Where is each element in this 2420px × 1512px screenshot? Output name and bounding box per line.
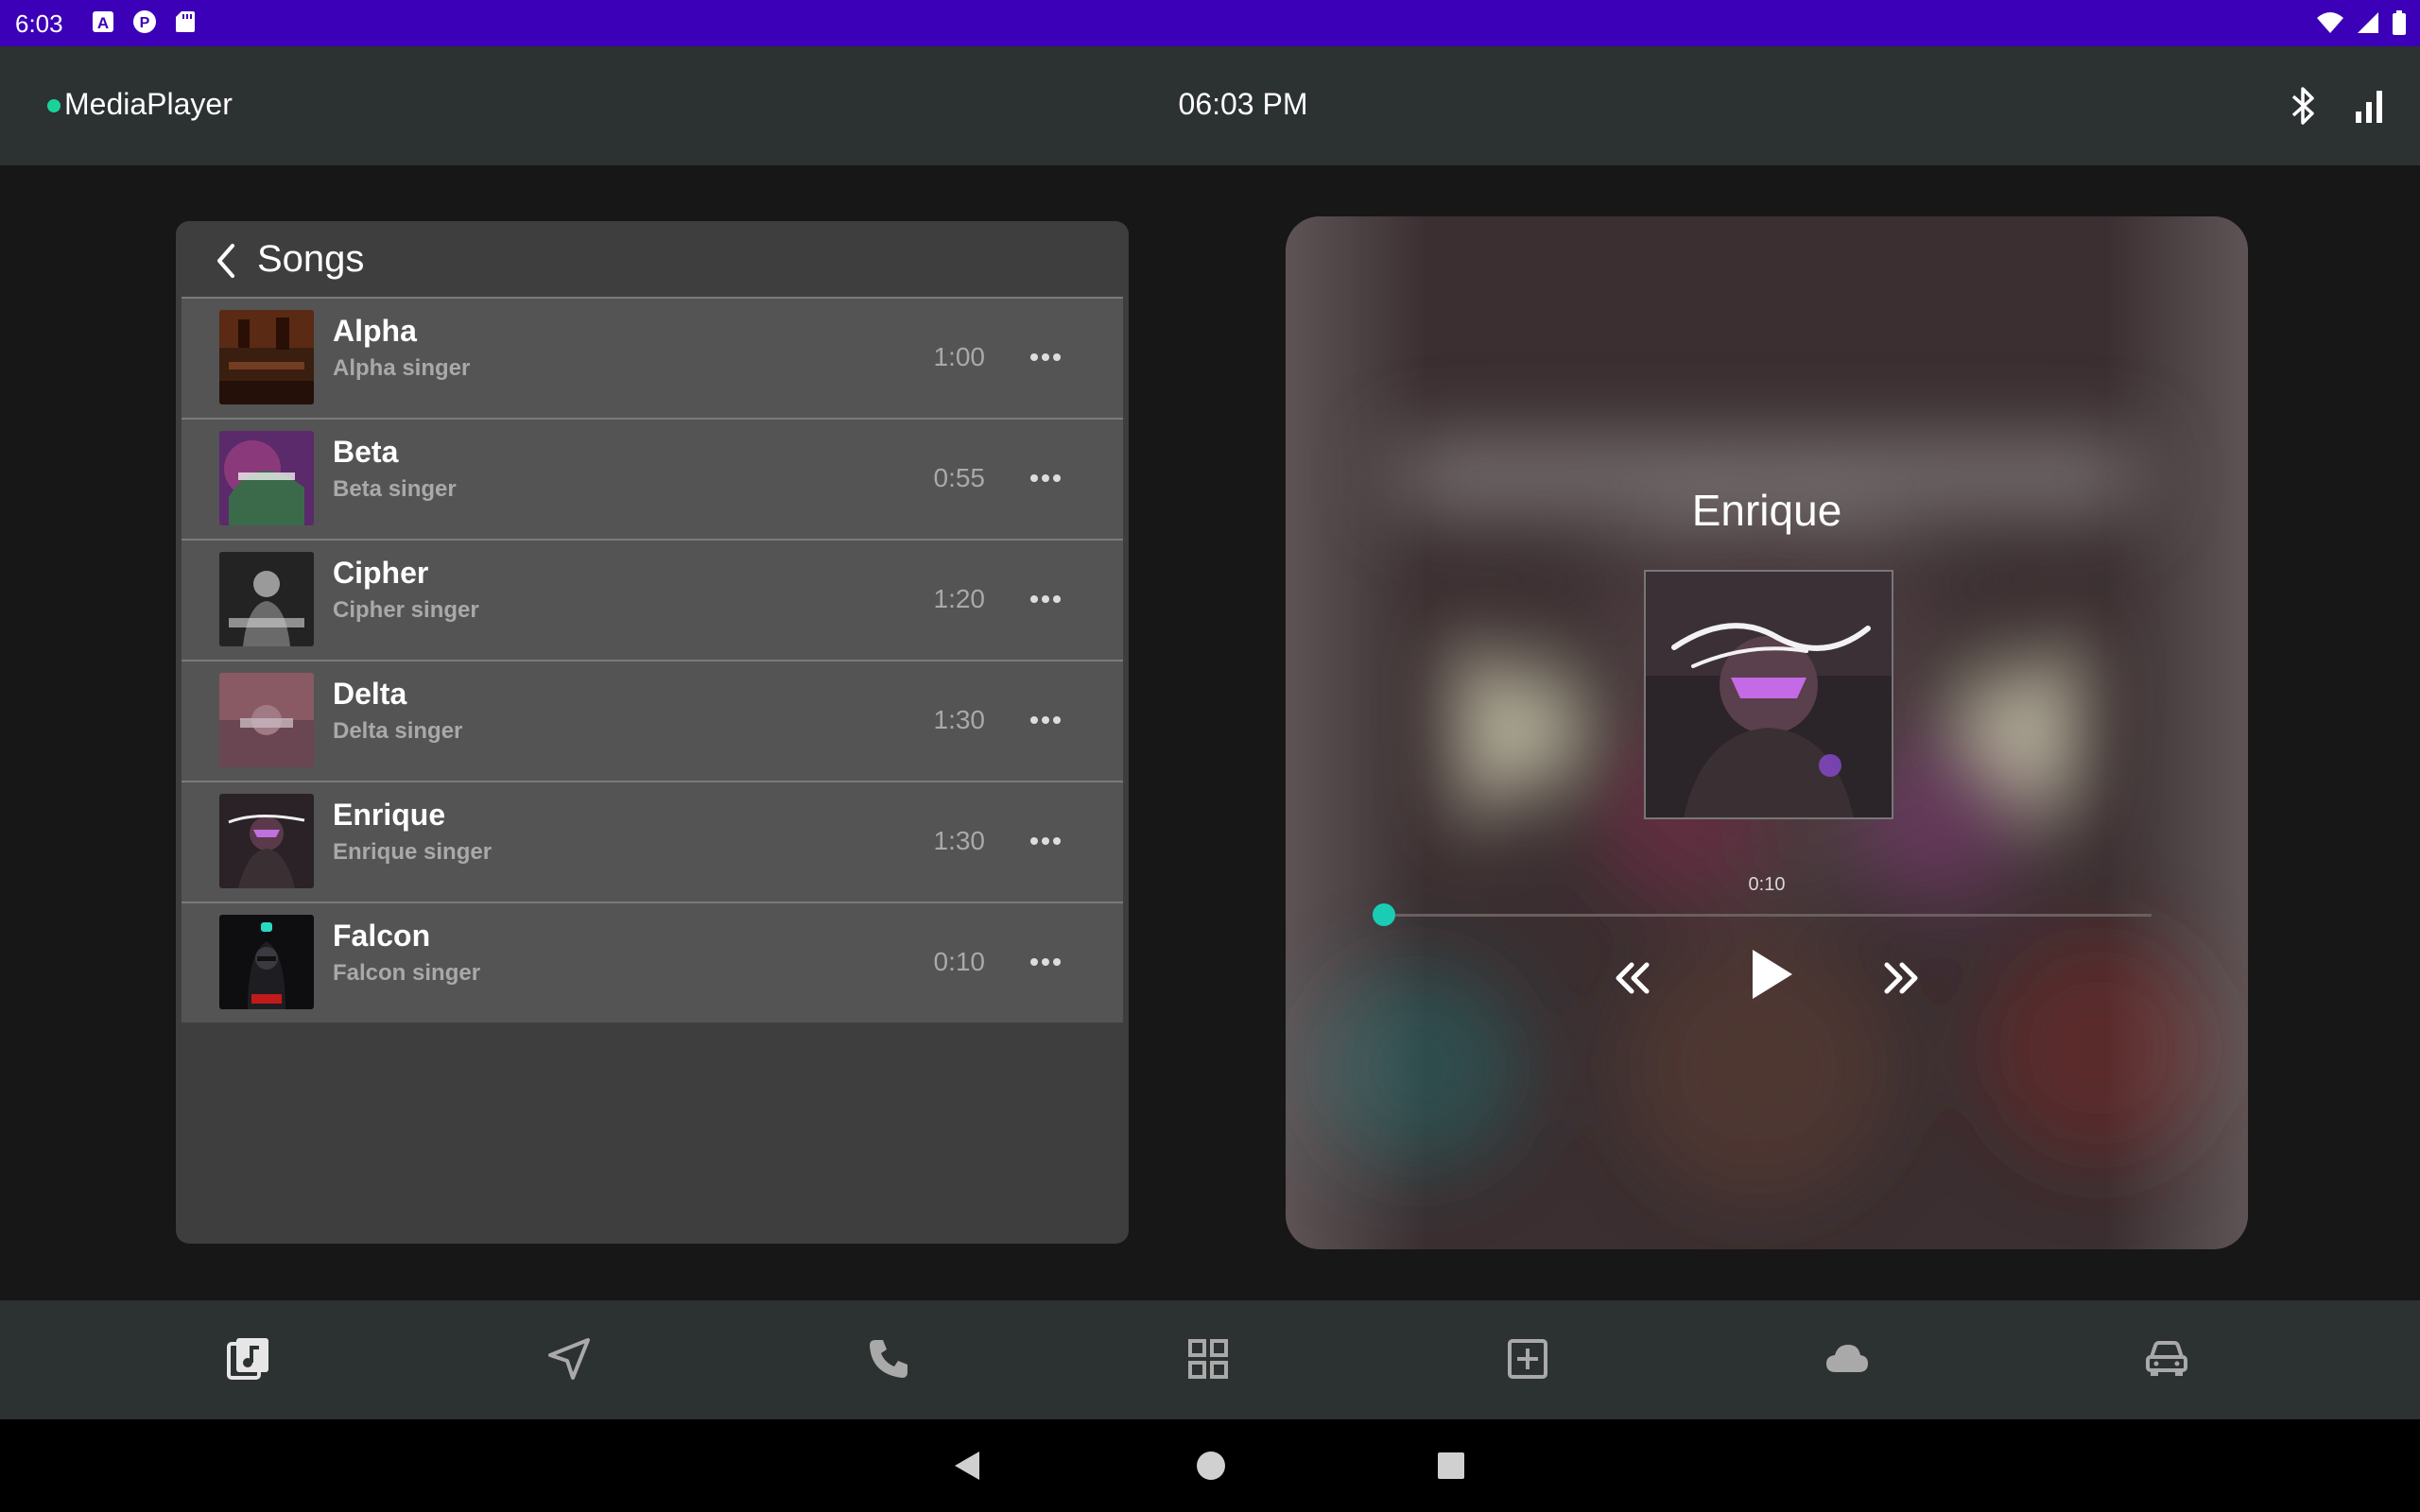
album-art-falcon (219, 915, 314, 1009)
more-options-icon[interactable] (1027, 582, 1064, 616)
system-nav-bar (0, 1419, 2420, 1512)
song-artist: Enrique singer (333, 839, 493, 865)
header-clock: 06:03 PM (1178, 87, 1308, 121)
more-options-icon[interactable] (1027, 824, 1064, 858)
now-playing-album-art (1644, 570, 1893, 819)
song-row-beta[interactable]: Beta Beta singer 0:55 (182, 418, 1123, 539)
svg-text:A: A (97, 14, 109, 32)
cell-signal-icon (2358, 12, 2378, 33)
notification-a-icon: A (93, 11, 113, 32)
cloud-icon[interactable] (1823, 1334, 1872, 1383)
bluetooth-icon[interactable] (2284, 83, 2322, 129)
navigation-icon[interactable] (544, 1334, 594, 1383)
more-options-icon[interactable] (1027, 945, 1064, 979)
song-title: Alpha (333, 314, 417, 348)
song-duration: 1:30 (933, 705, 986, 734)
apps-grid-icon[interactable] (1184, 1334, 1233, 1383)
song-duration: 1:30 (933, 826, 986, 855)
song-artist: Falcon singer (333, 960, 481, 986)
song-title: Enrique (333, 798, 446, 832)
song-artist: Delta singer (333, 718, 463, 744)
song-row-enrique[interactable]: Enrique Enrique singer 1:30 (182, 781, 1123, 902)
songs-header: Songs (176, 221, 1129, 299)
song-title: Beta (333, 435, 399, 469)
song-title: Delta (333, 677, 407, 711)
sd-card-icon (176, 11, 195, 32)
song-artist: Cipher singer (333, 597, 479, 623)
more-options-icon[interactable] (1027, 340, 1064, 374)
song-duration: 0:10 (933, 947, 986, 976)
more-options-icon[interactable] (1027, 703, 1064, 737)
notification-icons: A P (91, 9, 197, 35)
song-row-delta[interactable]: Delta Delta singer 1:30 (182, 660, 1123, 781)
songs-panel: Songs Alpha Alpha singer 1:00 Beta Beta … (176, 221, 1129, 1244)
notification-p-icon: P (133, 10, 156, 33)
system-back-icon[interactable] (951, 1448, 985, 1484)
system-status-bar: 6:03 A P (0, 0, 2420, 46)
play-icon[interactable] (1739, 940, 1800, 1008)
song-artist: Beta singer (333, 476, 457, 502)
status-time: 6:03 (15, 9, 63, 38)
phone-icon[interactable] (864, 1334, 913, 1383)
rewind-icon[interactable] (1607, 952, 1660, 1005)
album-art-beta (219, 431, 314, 525)
system-recents-icon[interactable] (1435, 1448, 1467, 1484)
album-art-cipher (219, 552, 314, 646)
back-arrow-icon[interactable] (208, 240, 246, 282)
battery-icon (2393, 10, 2406, 35)
songs-title: Songs (257, 238, 365, 280)
album-art-delta (219, 673, 314, 767)
wifi-icon (2317, 12, 2343, 33)
song-duration: 1:20 (933, 584, 986, 613)
song-row-falcon[interactable]: Falcon Falcon singer 0:10 (182, 902, 1123, 1022)
seek-bar[interactable] (1384, 914, 2152, 917)
signal-bars-icon (2356, 91, 2382, 123)
header-indicators (2284, 83, 2388, 129)
song-title: Falcon (333, 919, 431, 953)
song-duration: 1:00 (933, 342, 986, 371)
song-duration: 0:55 (933, 463, 986, 492)
song-list: Alpha Alpha singer 1:00 Beta Beta singer… (182, 297, 1123, 1242)
now-playing-title: Enrique (1691, 486, 1842, 535)
now-playing-card: Enrique 0:10 (1286, 216, 2248, 1249)
fast-forward-icon[interactable] (1874, 952, 1927, 1005)
album-art-alpha (219, 310, 314, 404)
seek-thumb[interactable] (1373, 903, 1395, 926)
song-row-cipher[interactable]: Cipher Cipher singer 1:20 (182, 539, 1123, 660)
svg-text:P: P (140, 15, 150, 31)
music-library-icon[interactable] (225, 1334, 274, 1383)
elapsed-time: 0:10 (1748, 874, 1786, 895)
song-artist: Alpha singer (333, 355, 471, 381)
system-home-icon[interactable] (1195, 1448, 1227, 1484)
more-options-icon[interactable] (1027, 461, 1064, 495)
song-title: Cipher (333, 556, 429, 590)
system-indicators (2316, 9, 2407, 36)
bottom-nav-bar (0, 1300, 2420, 1419)
album-art-enrique (219, 794, 314, 888)
car-icon[interactable] (2142, 1334, 2191, 1383)
song-row-alpha[interactable]: Alpha Alpha singer 1:00 (182, 297, 1123, 418)
add-box-icon[interactable] (1503, 1334, 1552, 1383)
